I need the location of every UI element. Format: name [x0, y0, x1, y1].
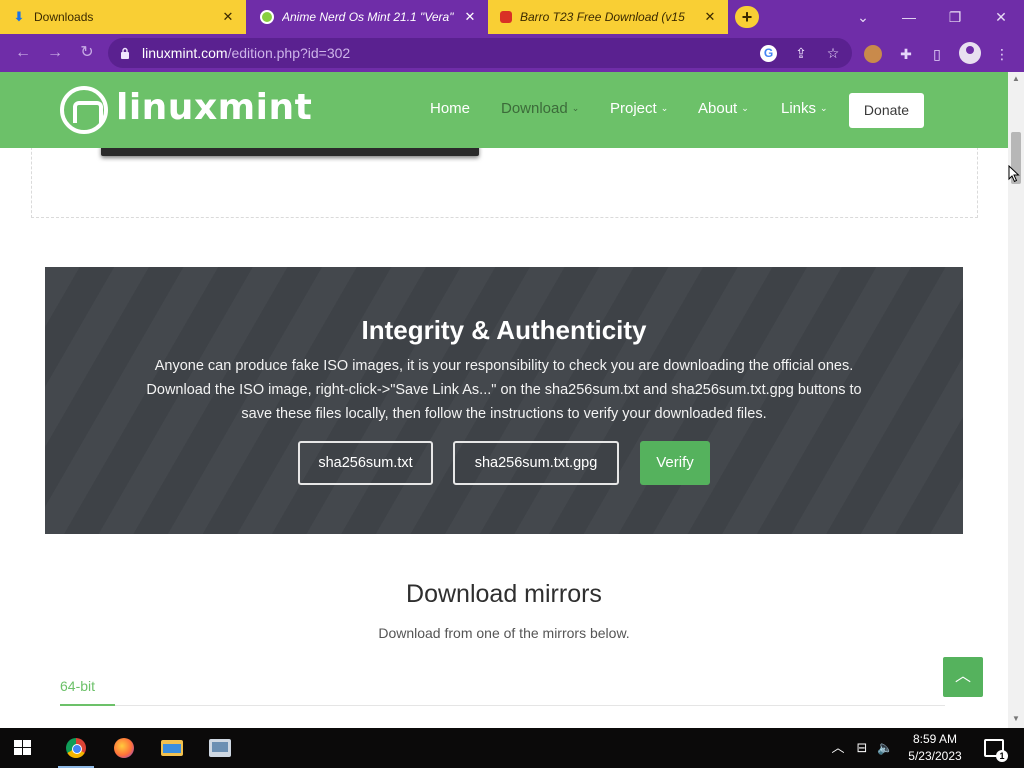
network-icon[interactable]: ⊟ — [854, 740, 870, 756]
side-panel-icon[interactable]: ▯ — [928, 45, 946, 63]
mouse-cursor-icon — [1008, 165, 1020, 183]
this-pc-icon — [209, 739, 231, 757]
tab-close-icon[interactable]: ✕ — [462, 9, 478, 25]
linuxmint-favicon — [260, 10, 274, 24]
taskbar-chrome[interactable] — [52, 728, 100, 768]
tab-label: Anime Nerd Os Mint 21.1 "Vera" — [282, 10, 454, 24]
windows-taskbar: ︿ ⊟ 🔈 8:59 AM 5/23/2023 1 — [0, 728, 1024, 768]
verify-button[interactable]: Verify — [640, 441, 710, 485]
integrity-panel: Integrity & Authenticity Anyone can prod… — [45, 267, 963, 534]
nav-about[interactable]: About ⌄ — [698, 100, 749, 117]
chevron-down-icon: ⌄ — [660, 103, 669, 113]
chrome-icon — [66, 738, 86, 758]
download-icon: ⬇ — [13, 9, 25, 24]
restore-button[interactable]: ❐ — [932, 0, 978, 34]
chevron-down-icon: ⌄ — [820, 103, 828, 113]
nav-home[interactable]: Home — [430, 100, 470, 117]
tab-label: Downloads — [34, 10, 94, 24]
taskbar-firefox[interactable] — [100, 728, 148, 768]
page-viewport: linuxmint Home Download ⌄ Project ⌄ About ⌄… — [0, 72, 1008, 728]
sha256sum-gpg-button[interactable]: sha256sum.txt.gpg — [453, 441, 619, 485]
chevron-down-icon: ⌄ — [571, 103, 580, 113]
address-bar[interactable]: linuxmint.com/edition.php?id=302 G ⇪ ☆ — [108, 38, 852, 68]
scroll-to-top-icon[interactable]: ︿ — [943, 657, 983, 697]
url-text[interactable]: linuxmint.com/edition.php?id=302 — [142, 45, 350, 61]
integrity-line: save these files locally, then follow th… — [241, 406, 767, 422]
tab-64-bit[interactable]: 64-bit — [60, 678, 95, 694]
mirrors-subtitle: Download from one of the mirrors below. — [378, 625, 630, 641]
mirrors-title: Download mirrors — [406, 580, 602, 608]
url-host: linuxmint.com — [142, 45, 228, 61]
lock-favicon — [500, 11, 512, 23]
reload-icon[interactable]: ↻ — [76, 43, 98, 63]
taskbar-file-explorer[interactable] — [148, 728, 196, 768]
nav-project[interactable]: Project ⌄ — [610, 100, 668, 117]
tray-overflow-chevron-icon[interactable]: ︿ — [830, 740, 846, 756]
donate-button[interactable]: Donate — [849, 93, 924, 128]
bookmark-star-icon[interactable]: ☆ — [824, 45, 842, 61]
clock-time: 8:59 AM — [912, 732, 958, 746]
tab-divider — [60, 705, 945, 706]
share-icon[interactable]: ⇪ — [792, 45, 810, 61]
back-arrow-icon[interactable]: ← — [12, 43, 34, 63]
browser-menu-icon[interactable]: ⋮ — [993, 45, 1011, 63]
tab-label: Barro T23 Free Download (v15 — [520, 10, 685, 24]
notification-count-badge: 1 — [996, 750, 1008, 762]
tab-close-icon[interactable]: ✕ — [702, 9, 718, 25]
taskbar-this-pc[interactable] — [196, 728, 244, 768]
file-explorer-icon — [161, 740, 183, 756]
browser-toolbar: ← → ↻ linuxmint.com/edition.php?id=302 G… — [0, 34, 1024, 72]
nav-label: About — [698, 100, 738, 117]
lock-icon — [121, 47, 129, 59]
new-tab-button[interactable]: + — [735, 6, 759, 28]
firefox-icon — [114, 738, 134, 758]
tab-close-icon[interactable]: ✕ — [220, 9, 236, 25]
integrity-title: Integrity & Authenticity — [361, 315, 647, 345]
extension-avatar-icon[interactable] — [864, 45, 882, 63]
integrity-line: Download the ISO image, right-click->"Sa… — [146, 382, 862, 398]
scroll-up-icon[interactable]: ▲ — [1012, 74, 1020, 83]
url-path: /edition.php?id=302 — [227, 45, 351, 61]
clock-date: 5/23/2023 — [908, 749, 962, 763]
screen: ⬇ Downloads ✕ Anime Nerd Os Mint 21.1 "V… — [0, 0, 1024, 768]
taskbar-clock[interactable]: 8:59 AM 5/23/2023 — [898, 731, 972, 765]
integrity-line: Anyone can produce fake ISO images, it i… — [154, 358, 854, 374]
active-tab-indicator — [60, 704, 115, 706]
site-navbar: linuxmint Home Download ⌄ Project ⌄ About ⌄… — [0, 72, 1008, 148]
tab-downloads[interactable]: ⬇ Downloads ✕ — [0, 0, 246, 34]
nav-label: Home — [430, 100, 471, 117]
forward-arrow-icon[interactable]: → — [44, 43, 66, 63]
nav-links[interactable]: Links ⌄ — [781, 100, 828, 117]
nav-download[interactable]: Download ⌄ — [501, 100, 579, 117]
tab-barro[interactable]: Barro T23 Free Download (v15 ✕ — [488, 0, 728, 34]
tab-linuxmint[interactable]: Anime Nerd Os Mint 21.1 "Vera" ✕ — [248, 0, 488, 34]
close-window-button[interactable]: ✕ — [978, 0, 1024, 34]
google-lens-icon[interactable]: G — [760, 45, 777, 62]
site-logo-text[interactable]: linuxmint — [116, 87, 312, 128]
chevron-down-icon: ⌄ — [741, 103, 749, 113]
sha256sum-button[interactable]: sha256sum.txt — [298, 441, 433, 485]
scroll-down-icon[interactable]: ▼ — [1012, 714, 1020, 723]
windows-start-icon[interactable] — [14, 740, 32, 756]
profile-avatar-icon[interactable] — [959, 42, 981, 64]
extensions-puzzle-icon[interactable]: ✚ — [897, 45, 915, 63]
minimize-button[interactable]: — — [886, 0, 932, 34]
nav-label: Download — [501, 100, 568, 117]
tab-search-chevron-icon[interactable]: ⌄ — [840, 0, 886, 34]
browser-tab-strip: ⬇ Downloads ✕ Anime Nerd Os Mint 21.1 "V… — [0, 0, 1024, 34]
linuxmint-logo-icon[interactable] — [60, 86, 108, 134]
nav-label: Project — [610, 100, 657, 117]
nav-label: Links — [781, 100, 817, 117]
volume-icon[interactable]: 🔈 — [877, 740, 893, 756]
